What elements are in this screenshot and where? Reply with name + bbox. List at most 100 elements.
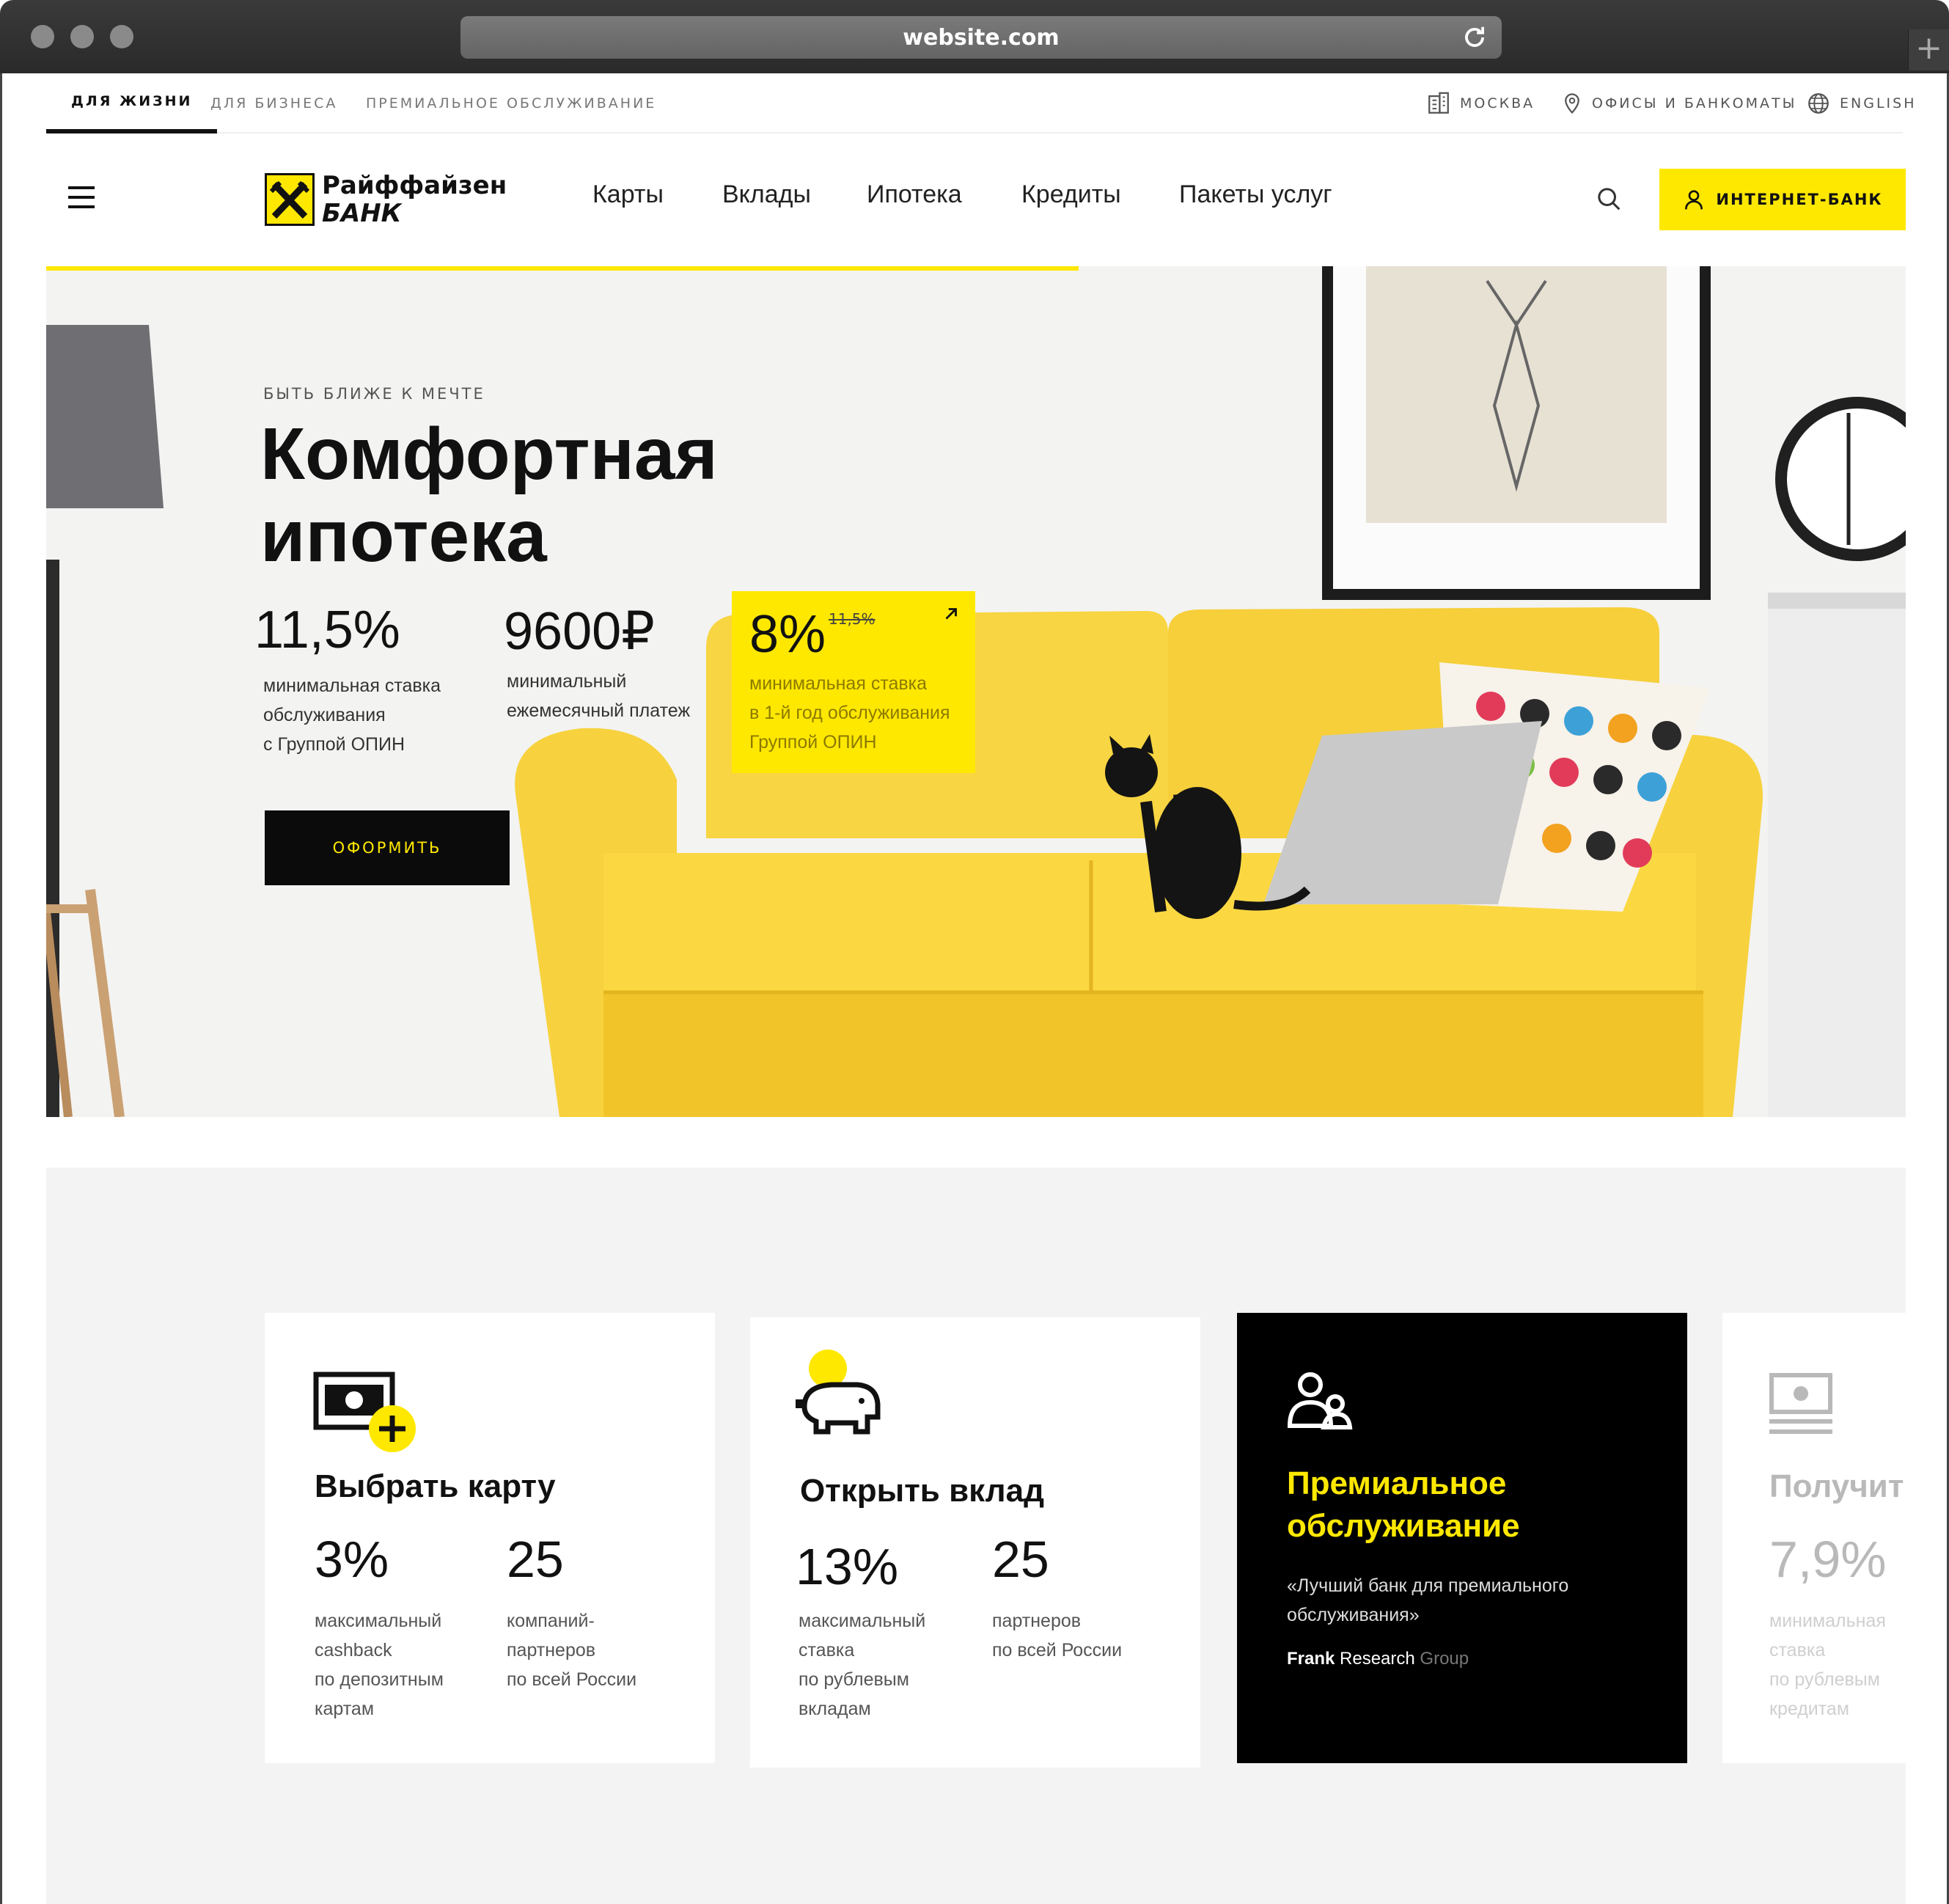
card-desc-line: по всей России (992, 1640, 1123, 1660)
source-part: Research (1340, 1649, 1415, 1669)
card-desc-line: по всей России (507, 1669, 637, 1690)
card-choose-card[interactable]: Выбрать карту 3% максимальный cashback п… (265, 1313, 715, 1763)
card-desc-line: минимальная (1769, 1611, 1886, 1631)
hamburger-menu-icon[interactable] (68, 186, 95, 208)
card-title-line: Премиальное (1287, 1465, 1507, 1501)
card-desc-line: по рублевым (799, 1669, 909, 1690)
promo-desc-line: в 1-й год обслуживания (749, 703, 950, 723)
stat-rate-desc-line: минимальная ставка (263, 675, 441, 696)
card-desc-line: партнеров (992, 1611, 1082, 1631)
promo-rate-desc: минимальная ставка в 1-й год обслуживани… (749, 669, 977, 757)
address-bar[interactable]: website.com (460, 16, 1502, 59)
card-stat-value: 3% (315, 1531, 389, 1588)
card-loan-clip: Получит 7,9% минимальная ставка по рубле… (1722, 1313, 1906, 1763)
logo-text-line2: БАНК (322, 199, 402, 228)
card-desc-line: компаний- (507, 1611, 595, 1631)
user-icon (1685, 190, 1703, 210)
url-text: website.com (903, 24, 1060, 51)
logo-text-line1: Райффайзен (322, 171, 507, 200)
stat-rate-desc-line: с Группой ОПИН (263, 734, 405, 755)
banknote-icon (1769, 1373, 1832, 1434)
card-title: Премиальное обслуживание (1287, 1462, 1520, 1548)
slider-progress-bar (46, 266, 1079, 271)
card-get-loan[interactable]: Получит 7,9% минимальная ставка по рубле… (1722, 1313, 1906, 1763)
stat-payment-desc-line: ежемесячный платеж (507, 700, 691, 721)
stat-rate-desc-line: обслуживания (263, 705, 386, 725)
hero-banner: БЫТЬ БЛИЖЕ К МЕЧТЕ Комфортная ипотека 11… (46, 266, 1906, 1117)
card-desc-line: вкладам (799, 1699, 871, 1719)
card-desc-line: максимальный (799, 1611, 926, 1631)
apply-button[interactable]: ОФОРМИТЬ (265, 810, 510, 885)
card-stat-value: 25 (507, 1531, 564, 1588)
nav-deposits[interactable]: Вклады (722, 180, 811, 209)
card-desc-line: по рублевым (1769, 1669, 1880, 1690)
promo-rate-card[interactable]: 8% 11,5% минимальная ставка в 1-й год об… (732, 591, 975, 773)
web-page: ДЛЯ ЖИЗНИ ДЛЯ БИЗНЕСА ПРЕМИАЛЬНОЕ ОБСЛУЖ… (0, 73, 1949, 1904)
arrow-up-right-icon (945, 608, 957, 620)
stat-payment-desc: минимальный ежемесячный платеж (507, 667, 690, 725)
source-part: Frank (1287, 1649, 1335, 1669)
internet-bank-button[interactable]: ИНТЕРНЕТ-БАНК (1659, 169, 1906, 230)
card-stat-desc: партнеров по всей России (992, 1606, 1122, 1665)
card-stat-desc: компаний- партнеров по всей России (507, 1606, 636, 1694)
stat-rate-desc: минимальная ставка обслуживания с Группо… (263, 671, 441, 759)
piggy-bank-icon (796, 1350, 881, 1435)
card-stat-desc: максимальный cashback по депозитным карт… (315, 1606, 444, 1724)
premium-quote: «Лучший банк для премиального обслуживан… (1287, 1571, 1639, 1630)
nav-cards[interactable]: Карты (592, 180, 664, 209)
reload-icon[interactable] (1461, 23, 1489, 51)
card-stat-value: 13% (796, 1538, 899, 1595)
hero-title: Комфортная ипотека (260, 413, 774, 577)
people-icon (1287, 1372, 1353, 1429)
stat-payment-value: 9600₽ (504, 602, 655, 661)
premium-quote-line: обслуживания» (1287, 1605, 1420, 1625)
top-navigation: ДЛЯ ЖИЗНИ ДЛЯ БИЗНЕСА ПРЕМИАЛЬНОЕ ОБСЛУЖ… (46, 73, 1914, 133)
card-desc-line: ставка (799, 1640, 855, 1660)
tab-premium[interactable]: ПРЕМИАЛЬНОЕ ОБСЛУЖИВАНИЕ (366, 73, 656, 133)
close-window-dot[interactable] (31, 25, 54, 48)
tab-for-business[interactable]: ДЛЯ БИЗНЕСА (210, 73, 337, 133)
offices-label: ОФИСЫ И БАНКОМАТЫ (1592, 95, 1797, 111)
card-stat-value: 25 (992, 1531, 1049, 1588)
card-desc-line: партнеров (507, 1640, 596, 1660)
maximize-window-dot[interactable] (110, 25, 133, 48)
hero-title-line1: Комфортная (260, 413, 718, 495)
tab-for-life[interactable]: ДЛЯ ЖИЗНИ (46, 73, 218, 133)
location-pin-icon (1565, 93, 1579, 114)
minimize-window-dot[interactable] (70, 25, 94, 48)
card-desc-line: картам (315, 1699, 375, 1719)
card-title: Выбрать карту (315, 1468, 556, 1504)
card-desc-line: ставка (1769, 1640, 1826, 1660)
promo-rate-value: 8% (749, 605, 826, 664)
offices-link[interactable]: ОФИСЫ И БАНКОМАТЫ (1561, 73, 1796, 133)
nav-packages[interactable]: Пакеты услуг (1179, 180, 1332, 209)
nav-loans[interactable]: Кредиты (1021, 180, 1121, 209)
card-title-line: обслуживание (1287, 1508, 1520, 1544)
source-part: Group (1420, 1649, 1469, 1669)
stat-payment-desc-line: минимальный (507, 671, 627, 692)
premium-quote-line: «Лучший банк для премиального (1287, 1575, 1569, 1596)
card-desc-line: по депозитным (315, 1669, 444, 1690)
card-title: Открыть вклад (800, 1473, 1045, 1509)
card-open-deposit[interactable]: Открыть вклад 13% максимальный ставка по… (750, 1317, 1200, 1768)
card-stat-desc: минимальная ставка по рублевым кредитам (1769, 1606, 1886, 1724)
internet-bank-label: ИНТЕРНЕТ-БАНК (1716, 191, 1883, 208)
card-desc-line: кредитам (1769, 1699, 1850, 1719)
new-tab-button[interactable]: + (1908, 29, 1949, 70)
raiffeisen-logo[interactable]: Райффайзен БАНК (265, 172, 507, 227)
promo-desc-line: минимальная ставка (749, 673, 928, 694)
browser-chrome: website.com + (0, 0, 1949, 73)
search-icon[interactable] (1595, 185, 1624, 214)
card-desc-line: cashback (315, 1640, 392, 1660)
premium-source: Frank Research Group (1287, 1649, 1469, 1669)
hero-title-line2: ипотека (260, 495, 547, 577)
card-plus-icon (313, 1372, 416, 1452)
card-premium[interactable]: Премиальное обслуживание «Лучший банк дл… (1237, 1313, 1687, 1763)
logo-mark-icon (265, 173, 315, 226)
nav-mortgage[interactable]: Ипотека (867, 180, 962, 209)
city-selector[interactable]: МОСКВА (1426, 73, 1535, 133)
language-switch[interactable]: ENGLISH (1806, 73, 1916, 133)
card-stat-value: 7,9% (1769, 1531, 1887, 1588)
language-label: ENGLISH (1840, 95, 1917, 111)
card-title: Получит (1769, 1468, 1904, 1504)
